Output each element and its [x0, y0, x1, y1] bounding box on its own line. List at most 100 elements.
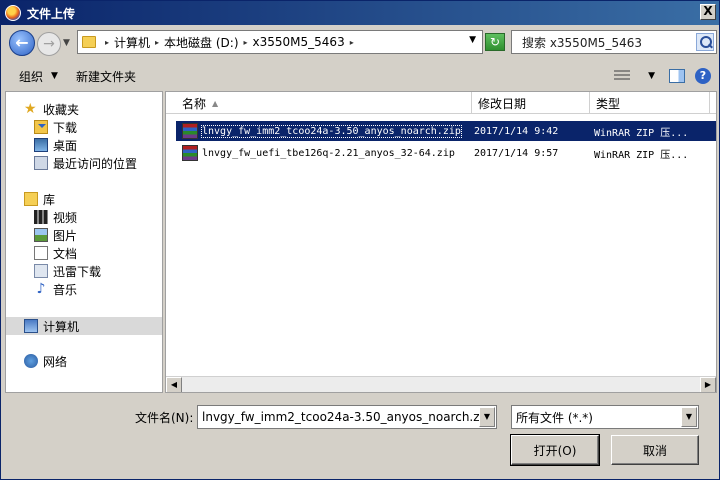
sidebar-item-computer[interactable]: 计算机: [6, 317, 162, 335]
folder-icon: [82, 36, 96, 48]
download-folder-icon: [34, 120, 48, 134]
chevron-down-icon[interactable]: ▼: [681, 407, 697, 427]
column-header-name[interactable]: 名称 ▲: [176, 92, 472, 114]
scroll-right-icon[interactable]: ▶: [700, 377, 716, 392]
file-type: WinRAR ZIP 压...: [594, 127, 689, 139]
thunder-download-icon: [34, 264, 48, 278]
column-header-label: 名称: [182, 96, 207, 111]
chevron-down-icon[interactable]: ▼: [648, 71, 655, 81]
help-icon[interactable]: ?: [695, 68, 711, 84]
file-name: lnvgy_fw_uefi_tbe126q-2.21_anyos_32-64.z…: [202, 147, 455, 159]
recent-places-icon: [34, 156, 48, 170]
preview-pane-icon[interactable]: [669, 69, 685, 83]
chevron-right-icon[interactable]: ▸: [244, 38, 248, 47]
filetype-select[interactable]: 所有文件 (*.*) ▼: [511, 405, 699, 429]
sidebar-item-favorites[interactable]: ★ 收藏夹: [24, 100, 162, 118]
organize-label: 组织: [19, 69, 44, 84]
address-bar[interactable]: ▸ 计算机 ▸ 本地磁盘 (D:) ▸ x3550M5_5463 ▸ ▼: [77, 30, 483, 54]
chevron-right-icon[interactable]: ▸: [350, 38, 354, 47]
filetype-value: 所有文件 (*.*): [516, 410, 593, 425]
search-icon[interactable]: [696, 33, 714, 51]
picture-icon: [34, 228, 48, 242]
file-name: lnvgy_fw_imm2_tcoo24a-3.50_anyos_noarch.…: [201, 124, 462, 138]
close-button[interactable]: X: [700, 4, 716, 20]
filename-value[interactable]: lnvgy_fw_imm2_tcoo24a-3.50_anyos_noarch.…: [202, 410, 491, 424]
forward-button[interactable]: →: [37, 32, 61, 56]
sidebar-item-label: 音乐: [53, 282, 78, 297]
document-icon: [34, 246, 48, 260]
navigation-pane: ★ 收藏夹 下载 桌面 最近访问的位置 库 视频 图片 文档 迅雷下载 ♪ 音乐…: [5, 91, 163, 393]
column-header-type[interactable]: 类型: [590, 92, 710, 114]
sidebar-item-label: 计算机: [43, 319, 80, 334]
chevron-down-icon: ▼: [51, 71, 58, 81]
sidebar-item-label: 桌面: [53, 138, 78, 153]
winrar-zip-icon: [182, 145, 198, 161]
sidebar-item-label: 网络: [43, 354, 68, 369]
cancel-button[interactable]: 取消: [611, 435, 699, 465]
firefox-icon: [5, 5, 21, 21]
filename-combobox[interactable]: lnvgy_fw_imm2_tcoo24a-3.50_anyos_noarch.…: [197, 405, 497, 429]
chevron-down-icon[interactable]: ▼: [479, 407, 495, 427]
sidebar-item-videos[interactable]: 视频: [34, 208, 162, 226]
filename-label: 文件名(N):: [135, 411, 194, 425]
library-icon: [24, 192, 38, 206]
column-header-label: 类型: [596, 96, 621, 111]
sidebar-item-label: 库: [43, 192, 56, 207]
sidebar-item-downloads[interactable]: 下载: [34, 118, 162, 136]
column-headers: 名称 ▲ 修改日期 类型: [166, 92, 716, 114]
chevron-down-icon[interactable]: ▼: [469, 35, 476, 45]
scroll-left-icon[interactable]: ◀: [166, 377, 182, 392]
file-type: WinRAR ZIP 压...: [594, 149, 689, 161]
column-header-label: 修改日期: [478, 96, 527, 111]
sidebar-item-label: 收藏夹: [43, 102, 80, 117]
sidebar-item-label: 下载: [53, 120, 78, 135]
video-icon: [34, 210, 48, 224]
refresh-button[interactable]: ↻: [485, 33, 505, 51]
music-icon: ♪: [36, 281, 46, 297]
sidebar-item-recent[interactable]: 最近访问的位置: [34, 154, 162, 172]
sidebar-item-libraries[interactable]: 库: [24, 190, 162, 208]
sidebar-item-network[interactable]: 网络: [24, 352, 162, 370]
view-options-icon[interactable]: [614, 70, 631, 82]
sidebar-item-desktop[interactable]: 桌面: [34, 136, 162, 154]
sidebar-item-thunder-downloads[interactable]: 迅雷下载: [34, 262, 162, 280]
sidebar-item-label: 视频: [53, 210, 78, 225]
new-folder-label: 新建文件夹: [75, 69, 136, 84]
history-dropdown-icon[interactable]: ▼: [63, 38, 70, 48]
title-bar: 文件上传 X: [1, 1, 719, 25]
file-row[interactable]: lnvgy_fw_uefi_tbe126q-2.21_anyos_32-64.z…: [176, 143, 716, 163]
command-toolbar: 组织 ▼ 新建文件夹 ▼ ?: [1, 61, 719, 91]
back-button[interactable]: ←: [9, 30, 35, 56]
file-date: 2017/1/14 9:57: [474, 147, 559, 159]
file-date: 2017/1/14 9:42: [474, 125, 559, 137]
window-title: 文件上传: [27, 6, 76, 21]
new-folder-button[interactable]: 新建文件夹: [76, 68, 136, 85]
sidebar-item-music[interactable]: ♪ 音乐: [34, 280, 162, 298]
network-icon: [24, 354, 38, 368]
chevron-right-icon[interactable]: ▸: [105, 38, 109, 47]
organize-button[interactable]: 组织 ▼: [19, 68, 58, 85]
file-list-pane: 名称 ▲ 修改日期 类型 lnvgy_fw_imm2_tcoo24a-3.50_…: [165, 91, 717, 393]
winrar-zip-icon: [182, 123, 198, 139]
chevron-right-icon[interactable]: ▸: [155, 38, 159, 47]
horizontal-scrollbar[interactable]: ◀ ▶: [166, 376, 716, 392]
column-header-date[interactable]: 修改日期: [472, 92, 590, 114]
file-row[interactable]: lnvgy_fw_imm2_tcoo24a-3.50_anyos_noarch.…: [176, 121, 716, 141]
sidebar-item-label: 迅雷下载: [53, 264, 102, 279]
open-button[interactable]: 打开(O): [510, 434, 600, 466]
sidebar-item-documents[interactable]: 文档: [34, 244, 162, 262]
sidebar-item-label: 图片: [53, 228, 78, 243]
file-upload-dialog: 文件上传 X ← → ▼ ▸ 计算机 ▸ 本地磁盘 (D:) ▸ x3550M5…: [0, 0, 720, 480]
computer-icon: [24, 319, 38, 333]
star-icon: ★: [24, 101, 37, 117]
sidebar-item-pictures[interactable]: 图片: [34, 226, 162, 244]
navigation-bar: ← → ▼ ▸ 计算机 ▸ 本地磁盘 (D:) ▸ x3550M5_5463 ▸…: [1, 25, 719, 61]
breadcrumb-computer[interactable]: 计算机: [114, 34, 150, 51]
breadcrumb-folder[interactable]: x3550M5_5463: [253, 35, 345, 49]
sidebar-item-label: 文档: [53, 246, 78, 261]
breadcrumb-local-disk[interactable]: 本地磁盘 (D:): [164, 34, 238, 51]
sort-ascending-icon: ▲: [212, 98, 219, 108]
search-input[interactable]: 搜索 x3550M5_5463: [511, 30, 717, 54]
search-placeholder: 搜索 x3550M5_5463: [522, 35, 642, 50]
desktop-icon: [34, 138, 48, 152]
